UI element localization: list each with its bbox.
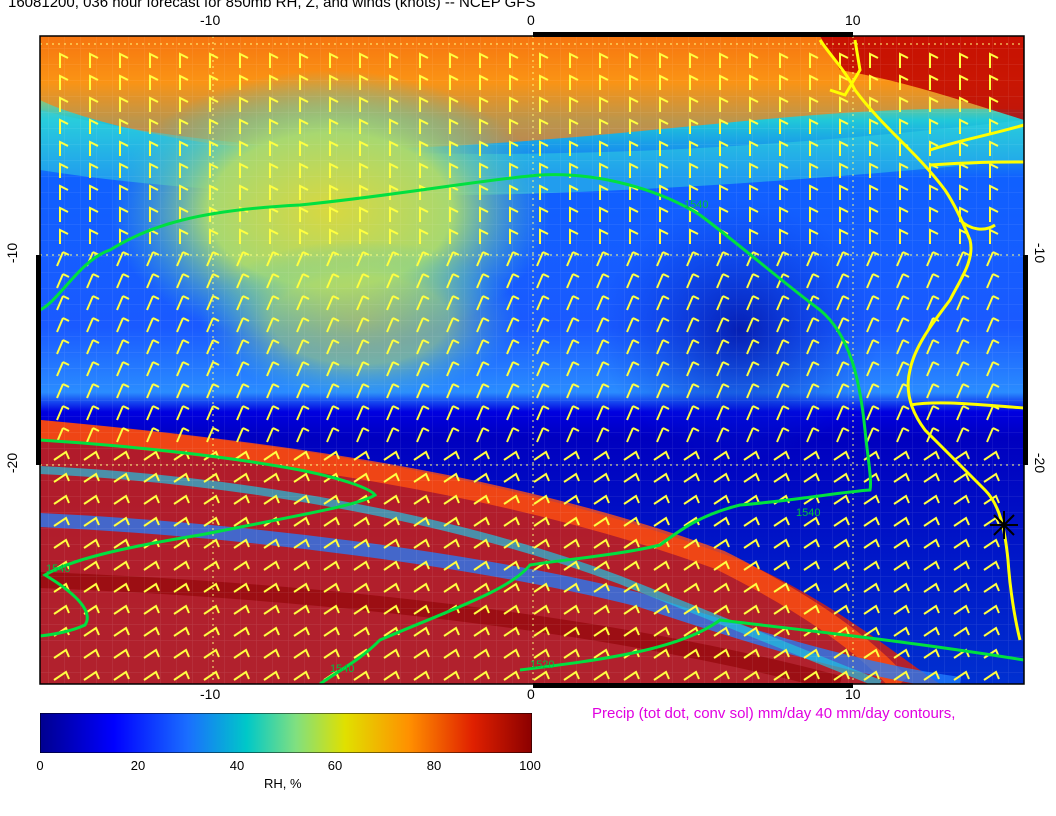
station-marker — [990, 511, 1018, 539]
colorbar-title: RH, % — [264, 776, 302, 791]
colorbar-label: 100 — [519, 758, 541, 773]
contour-label: 1540 — [46, 563, 70, 575]
lon-tick-bottom: 10 — [845, 686, 861, 702]
colorbar — [39, 712, 533, 754]
precip-legend: Precip (tot dot, conv sol) mm/day 40 mm/… — [592, 705, 956, 722]
lat-tick-left: -20 — [4, 452, 21, 474]
lat-tick-right: -10 — [1032, 242, 1049, 264]
lon-tick-top: -10 — [200, 12, 221, 28]
contour-label: 1520 — [530, 659, 554, 671]
rh-map: 1540 1540 1540 1540 1520 -10 0 10 -10 0 … — [0, 0, 1056, 702]
contour-label: 1540 — [684, 199, 708, 211]
contour-label: 1540 — [330, 663, 354, 675]
lon-tick-bottom: 0 — [527, 686, 535, 702]
lat-tick-left: -10 — [4, 242, 21, 264]
colorbar-label: 0 — [36, 758, 44, 773]
colorbar-label: 60 — [327, 758, 343, 773]
colorbar-label: 80 — [426, 758, 442, 773]
lon-tick-top: 10 — [845, 12, 861, 28]
lon-tick-bottom: -10 — [200, 686, 221, 702]
lat-tick-right: -20 — [1032, 452, 1049, 474]
colorbar-label: 20 — [130, 758, 146, 773]
contour-label: 1540 — [796, 507, 820, 519]
colorbar-label: 40 — [229, 758, 245, 773]
lon-tick-top: 0 — [527, 12, 535, 28]
